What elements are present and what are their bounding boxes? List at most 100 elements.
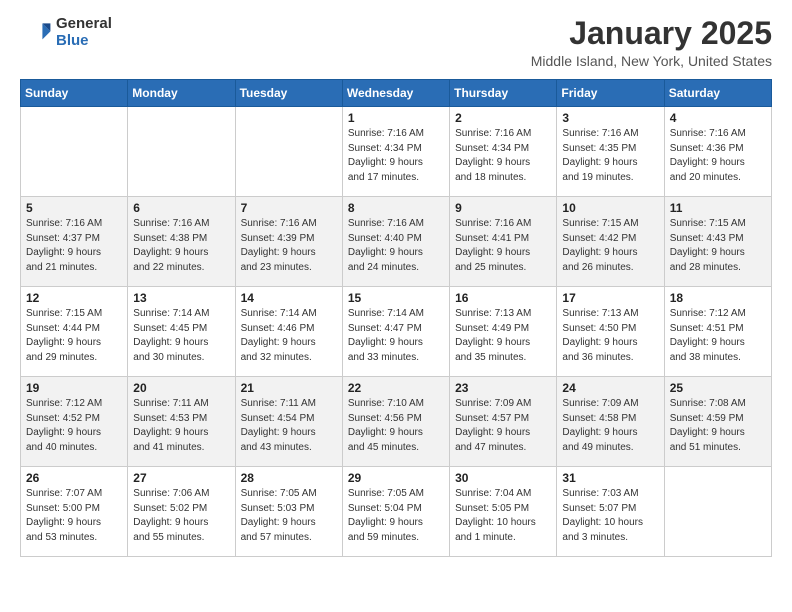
day-number: 6 — [133, 201, 229, 215]
day-cell: 23 Sunrise: 7:09 AMSunset: 4:57 PMDayligh… — [450, 377, 557, 467]
day-number: 2 — [455, 111, 551, 125]
day-info: Sunrise: 7:05 AMSunset: 5:04 PMDaylight:… — [348, 487, 444, 545]
logo-text: General Blue — [56, 16, 112, 49]
day-number: 13 — [133, 291, 229, 305]
day-cell: 13 Sunrise: 7:14 AMSunset: 4:45 PMDayligh… — [128, 287, 235, 377]
logo-icon — [20, 17, 52, 49]
day-number: 11 — [670, 201, 766, 215]
day-cell: 24 Sunrise: 7:09 AMSunset: 4:58 PMDayligh… — [557, 377, 664, 467]
day-number: 1 — [348, 111, 444, 125]
week-row-5: 26Sunrise: 7:07 AMSunset: 5:00 PMDayligh… — [21, 467, 772, 557]
day-info: Sunrise: 7:11 AMSunset: 4:53 PMDaylight:… — [133, 397, 229, 455]
day-cell: 21Sunrise: 7:11 AMSunset: 4:54 PMDayligh… — [235, 377, 342, 467]
week-row-3: 12 Sunrise: 7:15 AMSunset: 4:44 PMDayligh… — [21, 287, 772, 377]
day-cell: 25 Sunrise: 7:08 AMSunset: 4:59 PMDayligh… — [664, 377, 771, 467]
week-row-2: 5Sunrise: 7:16 AMSunset: 4:37 PMDaylight… — [21, 197, 772, 287]
day-number: 20 — [133, 381, 229, 395]
day-info: Sunrise: 7:14 AMSunset: 4:47 PMDaylight:… — [348, 307, 444, 365]
day-number: 14 — [241, 291, 337, 305]
day-cell: 27 Sunrise: 7:06 AMSunset: 5:02 PMDayligh… — [128, 467, 235, 557]
col-header-sunday: Sunday — [21, 80, 128, 107]
day-cell — [128, 107, 235, 197]
week-row-1: 1 Sunrise: 7:16 AMSunset: 4:34 PMDaylight… — [21, 107, 772, 197]
day-number: 7 — [241, 201, 337, 215]
day-number: 23 — [455, 381, 551, 395]
day-info: Sunrise: 7:16 AMSunset: 4:34 PMDaylight:… — [348, 127, 444, 185]
header-row: SundayMondayTuesdayWednesdayThursdayFrid… — [21, 80, 772, 107]
day-cell — [21, 107, 128, 197]
day-number: 10 — [562, 201, 658, 215]
day-cell: 26Sunrise: 7:07 AMSunset: 5:00 PMDayligh… — [21, 467, 128, 557]
day-cell: 1 Sunrise: 7:16 AMSunset: 4:34 PMDaylight… — [342, 107, 449, 197]
day-number: 18 — [670, 291, 766, 305]
day-info: Sunrise: 7:05 AMSunset: 5:03 PMDaylight:… — [241, 487, 337, 545]
day-number: 28 — [241, 471, 337, 485]
day-number: 3 — [562, 111, 658, 125]
day-number: 4 — [670, 111, 766, 125]
calendar-page: General Blue January 2025 Middle Island,… — [0, 0, 792, 612]
day-cell: 16 Sunrise: 7:13 AMSunset: 4:49 PMDayligh… — [450, 287, 557, 377]
day-cell: 4 Sunrise: 7:16 AMSunset: 4:36 PMDaylight… — [664, 107, 771, 197]
col-header-wednesday: Wednesday — [342, 80, 449, 107]
day-cell: 28 Sunrise: 7:05 AMSunset: 5:03 PMDayligh… — [235, 467, 342, 557]
day-number: 25 — [670, 381, 766, 395]
day-cell: 12 Sunrise: 7:15 AMSunset: 4:44 PMDayligh… — [21, 287, 128, 377]
logo-general-text: General — [56, 16, 112, 33]
day-cell: 18Sunrise: 7:12 AMSunset: 4:51 PMDayligh… — [664, 287, 771, 377]
day-info: Sunrise: 7:16 AMSunset: 4:35 PMDaylight:… — [562, 127, 658, 185]
day-number: 15 — [348, 291, 444, 305]
day-cell: 29 Sunrise: 7:05 AMSunset: 5:04 PMDayligh… — [342, 467, 449, 557]
title-block: January 2025 Middle Island, New York, Un… — [531, 16, 772, 69]
day-cell: 20 Sunrise: 7:11 AMSunset: 4:53 PMDayligh… — [128, 377, 235, 467]
day-info: Sunrise: 7:16 AMSunset: 4:40 PMDaylight:… — [348, 217, 444, 275]
day-number: 22 — [348, 381, 444, 395]
day-cell: 11Sunrise: 7:15 AMSunset: 4:43 PMDayligh… — [664, 197, 771, 287]
day-cell: 14Sunrise: 7:14 AMSunset: 4:46 PMDayligh… — [235, 287, 342, 377]
col-header-friday: Friday — [557, 80, 664, 107]
day-cell: 5Sunrise: 7:16 AMSunset: 4:37 PMDaylight… — [21, 197, 128, 287]
day-number: 26 — [26, 471, 122, 485]
day-info: Sunrise: 7:04 AMSunset: 5:05 PMDaylight:… — [455, 487, 551, 545]
day-info: Sunrise: 7:15 AMSunset: 4:44 PMDaylight:… — [26, 307, 122, 365]
day-info: Sunrise: 7:09 AMSunset: 4:58 PMDaylight:… — [562, 397, 658, 455]
day-info: Sunrise: 7:11 AMSunset: 4:54 PMDaylight:… — [241, 397, 337, 455]
day-cell: 9Sunrise: 7:16 AMSunset: 4:41 PMDaylight… — [450, 197, 557, 287]
col-header-monday: Monday — [128, 80, 235, 107]
day-cell: 31 Sunrise: 7:03 AMSunset: 5:07 PMDayligh… — [557, 467, 664, 557]
day-info: Sunrise: 7:10 AMSunset: 4:56 PMDaylight:… — [348, 397, 444, 455]
day-cell: 19Sunrise: 7:12 AMSunset: 4:52 PMDayligh… — [21, 377, 128, 467]
day-info: Sunrise: 7:16 AMSunset: 4:39 PMDaylight:… — [241, 217, 337, 275]
day-info: Sunrise: 7:16 AMSunset: 4:36 PMDaylight:… — [670, 127, 766, 185]
week-row-4: 19Sunrise: 7:12 AMSunset: 4:52 PMDayligh… — [21, 377, 772, 467]
day-number: 30 — [455, 471, 551, 485]
day-info: Sunrise: 7:15 AMSunset: 4:42 PMDaylight:… — [562, 217, 658, 275]
calendar-title: January 2025 — [531, 16, 772, 51]
day-number: 8 — [348, 201, 444, 215]
day-info: Sunrise: 7:06 AMSunset: 5:02 PMDaylight:… — [133, 487, 229, 545]
day-number: 16 — [455, 291, 551, 305]
day-info: Sunrise: 7:14 AMSunset: 4:45 PMDaylight:… — [133, 307, 229, 365]
day-cell: 7 Sunrise: 7:16 AMSunset: 4:39 PMDaylight… — [235, 197, 342, 287]
day-number: 19 — [26, 381, 122, 395]
day-cell: 8 Sunrise: 7:16 AMSunset: 4:40 PMDaylight… — [342, 197, 449, 287]
day-info: Sunrise: 7:16 AMSunset: 4:38 PMDaylight:… — [133, 217, 229, 275]
day-info: Sunrise: 7:03 AMSunset: 5:07 PMDaylight:… — [562, 487, 658, 545]
day-number: 17 — [562, 291, 658, 305]
day-cell: 2 Sunrise: 7:16 AMSunset: 4:34 PMDaylight… — [450, 107, 557, 197]
day-number: 9 — [455, 201, 551, 215]
calendar-subtitle: Middle Island, New York, United States — [531, 53, 772, 69]
day-number: 31 — [562, 471, 658, 485]
day-cell — [664, 467, 771, 557]
day-cell: 15 Sunrise: 7:14 AMSunset: 4:47 PMDayligh… — [342, 287, 449, 377]
day-number: 12 — [26, 291, 122, 305]
day-number: 27 — [133, 471, 229, 485]
day-info: Sunrise: 7:09 AMSunset: 4:57 PMDaylight:… — [455, 397, 551, 455]
day-info: Sunrise: 7:16 AMSunset: 4:34 PMDaylight:… — [455, 127, 551, 185]
day-cell: 22 Sunrise: 7:10 AMSunset: 4:56 PMDayligh… — [342, 377, 449, 467]
header: General Blue January 2025 Middle Island,… — [20, 16, 772, 69]
day-number: 24 — [562, 381, 658, 395]
day-number: 29 — [348, 471, 444, 485]
col-header-thursday: Thursday — [450, 80, 557, 107]
day-info: Sunrise: 7:13 AMSunset: 4:49 PMDaylight:… — [455, 307, 551, 365]
day-info: Sunrise: 7:08 AMSunset: 4:59 PMDaylight:… — [670, 397, 766, 455]
